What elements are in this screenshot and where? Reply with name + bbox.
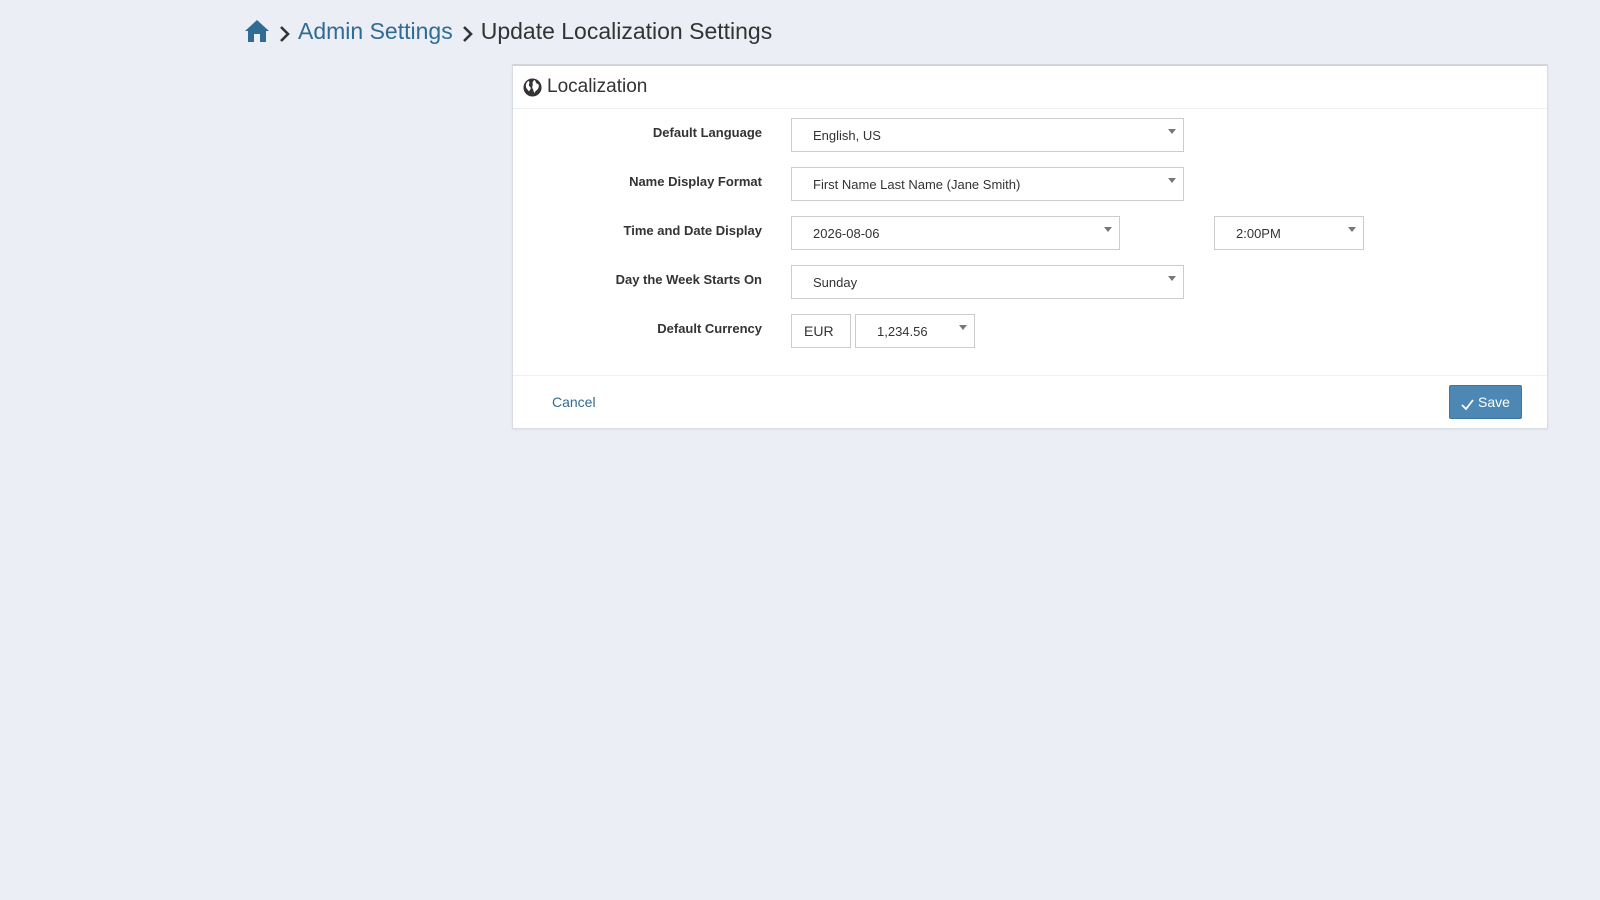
panel-header: Localization	[513, 66, 1547, 109]
chevron-down-icon	[1168, 276, 1176, 281]
default-language-value: English, US	[813, 127, 881, 143]
chevron-down-icon	[1104, 227, 1112, 232]
currency-format-select[interactable]: 1,234.56	[855, 314, 975, 348]
chevron-right-icon	[279, 22, 291, 42]
time-date-display-label: Time and Date Display	[623, 223, 762, 238]
currency-code-input[interactable]: EUR	[791, 314, 851, 348]
week-start-select[interactable]: Sunday	[791, 265, 1184, 299]
chevron-right-icon	[462, 22, 474, 42]
panel-title: Localization	[547, 76, 648, 97]
date-format-select[interactable]: 2026-08-06	[791, 216, 1120, 250]
name-display-format-value: First Name Last Name (Jane Smith)	[813, 176, 1021, 192]
check-icon	[1461, 397, 1474, 410]
chevron-down-icon	[959, 325, 967, 330]
default-currency-label: Default Currency	[657, 321, 762, 336]
name-display-format-select[interactable]: First Name Last Name (Jane Smith)	[791, 167, 1184, 201]
cancel-button[interactable]: Cancel	[552, 394, 596, 410]
week-start-label: Day the Week Starts On	[615, 272, 762, 287]
save-button[interactable]: Save	[1449, 385, 1522, 419]
save-button-label: Save	[1478, 394, 1510, 410]
time-format-value: 2:00PM	[1236, 225, 1281, 241]
chevron-down-icon	[1168, 129, 1176, 134]
breadcrumb: Admin Settings Update Localization Setti…	[244, 16, 772, 46]
chevron-down-icon	[1168, 178, 1176, 183]
default-language-label: Default Language	[652, 125, 762, 140]
breadcrumb-admin-settings[interactable]: Admin Settings	[298, 18, 453, 45]
default-language-select[interactable]: English, US	[791, 118, 1184, 152]
date-format-value: 2026-08-06	[813, 225, 880, 241]
page-title: Update Localization Settings	[480, 17, 773, 44]
globe-icon	[523, 77, 542, 97]
panel-footer: Cancel Save	[513, 375, 1547, 429]
name-display-format-label: Name Display Format	[629, 174, 762, 189]
time-format-select[interactable]: 2:00PM	[1214, 216, 1364, 250]
currency-code-value: EUR	[804, 323, 834, 339]
localization-panel: Localization Default Language English, U…	[512, 64, 1548, 429]
currency-format-value: 1,234.56	[877, 323, 928, 339]
chevron-down-icon	[1348, 227, 1356, 232]
week-start-value: Sunday	[813, 274, 858, 290]
home-icon[interactable]	[244, 19, 270, 43]
